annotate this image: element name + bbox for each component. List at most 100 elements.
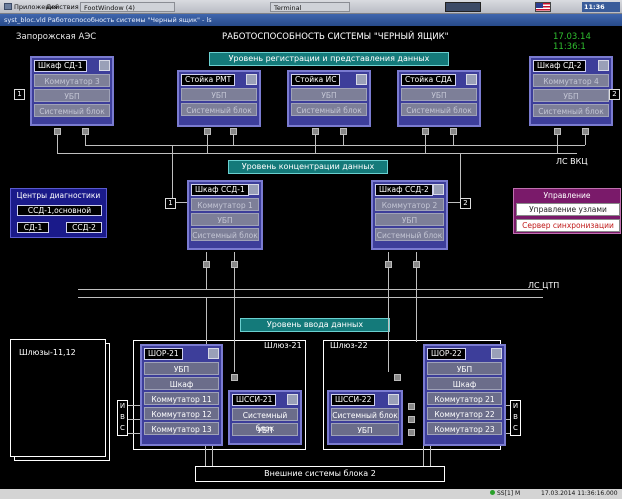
status-indicator-icon — [466, 74, 477, 85]
port — [554, 128, 561, 135]
ups-shssi21[interactable]: УБП — [232, 423, 298, 436]
sync-server-button[interactable]: Сервер синхронизации — [516, 219, 620, 232]
switch-4[interactable]: Коммутатор 4 — [533, 74, 609, 87]
ups-is[interactable]: УБП — [291, 88, 367, 101]
system-unit-is[interactable]: Системный блок — [291, 103, 367, 116]
status-indicator-icon — [208, 348, 219, 359]
ups-shor22[interactable]: УБП — [427, 362, 502, 375]
panel-is[interactable]: Стойка ИС УБП Системный блок — [287, 70, 371, 127]
port — [408, 429, 415, 436]
panel-sda[interactable]: Стойка СДА УБП Системный блок — [397, 70, 481, 127]
connector — [128, 419, 140, 420]
connector — [585, 135, 586, 145]
status-indicator-icon — [99, 60, 110, 71]
connector — [207, 135, 208, 153]
switch-1[interactable]: Коммутатор 1 — [191, 198, 259, 211]
panel-ssd2-title: Шкаф ССД-2 — [375, 184, 433, 196]
connector — [506, 433, 510, 434]
switch-23[interactable]: Коммутатор 23 — [427, 422, 502, 435]
panel-ssd2[interactable]: Шкаф ССД-2 Коммутатор 2 УБП Системный бл… — [371, 180, 448, 250]
ivs-left: ИВС — [117, 400, 128, 436]
system-unit-shssi21[interactable]: Системный блок — [232, 408, 298, 433]
connector — [205, 446, 206, 466]
lan-ctp-line-a — [78, 289, 543, 290]
diagnostics-ssd2[interactable]: ССД-2 — [66, 222, 102, 233]
system-unit-sd1[interactable]: Системный блок — [34, 104, 110, 117]
taskbar-footwindow[interactable]: FootWindow (4) — [80, 2, 175, 12]
switch-21[interactable]: Коммутатор 21 — [427, 392, 502, 405]
connector — [343, 135, 344, 145]
connector — [506, 419, 510, 420]
ups-rmt[interactable]: УБП — [181, 88, 257, 101]
system-unit-shssi22[interactable]: Системный блок — [331, 408, 399, 421]
ups-shor21[interactable]: УБП — [144, 362, 219, 375]
window-title: syst_bloc.vld Работоспособность системы … — [4, 16, 212, 24]
ups-sd2[interactable]: УБП — [533, 89, 609, 102]
connector — [212, 446, 213, 466]
clock[interactable]: 11:36 — [582, 2, 620, 12]
connector — [315, 135, 316, 153]
switch-12[interactable]: Коммутатор 12 — [144, 407, 219, 420]
connector — [206, 297, 207, 347]
diagnostics-sd1[interactable]: СД-1 — [17, 222, 49, 233]
diagnostics-title: Центры диагностики — [16, 191, 101, 200]
apps-icon — [4, 3, 12, 10]
management-title: Управление — [543, 191, 591, 200]
ups-sda[interactable]: УБП — [401, 88, 477, 101]
side-label-left-top: 1 — [14, 89, 25, 100]
switch-2[interactable]: Коммутатор 2 — [375, 198, 444, 211]
manage-nodes-button[interactable]: Управление узлами — [516, 203, 620, 216]
panel-shor22-title: ШОР-22 — [427, 348, 466, 360]
ups-sd1[interactable]: УБП — [34, 89, 110, 102]
panel-sd1[interactable]: Шкаф СД-1 Коммутатор 3 УБП Системный бло… — [30, 56, 114, 126]
window-title-bar[interactable]: syst_bloc.vld Работоспособность системы … — [0, 14, 622, 26]
system-unit-sda[interactable]: Системный блок — [401, 103, 477, 116]
switch-13[interactable]: Коммутатор 13 — [144, 422, 219, 435]
ups-ssd2[interactable]: УБП — [375, 213, 444, 226]
connector — [453, 135, 454, 145]
system-unit-ssd2[interactable]: Системный блок — [375, 228, 444, 241]
system-unit-ssd1[interactable]: Системный блок — [191, 228, 259, 241]
status-indicator-icon — [433, 184, 444, 195]
ivs-right: ИВС — [510, 400, 521, 436]
panel-shssi21[interactable]: ШССИ-21 Системный блок УБП — [228, 390, 302, 445]
switch-22[interactable]: Коммутатор 22 — [427, 407, 502, 420]
panel-shssi22[interactable]: ШССИ-22 Системный блок УБП — [327, 390, 403, 445]
actions-menu[interactable]: Действия — [46, 3, 79, 11]
external-systems-box[interactable]: Внешние системы блока 2 — [195, 466, 445, 482]
status-indicator-icon — [491, 348, 502, 359]
system-unit-rmt[interactable]: Системный блок — [181, 103, 257, 116]
taskbar-terminal[interactable]: Terminal — [270, 2, 350, 12]
cabinet-shor22[interactable]: Шкаф — [427, 377, 502, 390]
panel-shor21[interactable]: ШОР-21 УБП Шкаф Коммутатор 11 Коммутатор… — [140, 344, 223, 446]
tray-icons[interactable] — [445, 2, 481, 12]
switch-11[interactable]: Коммутатор 11 — [144, 392, 219, 405]
panel-shor22[interactable]: ШОР-22 УБП Шкаф Коммутатор 21 Коммутатор… — [423, 344, 506, 446]
connector — [85, 135, 86, 145]
port — [394, 374, 401, 381]
side-label-left-mid: 1 — [165, 198, 176, 209]
system-unit-sd2[interactable]: Системный блок — [533, 104, 609, 117]
panel-sd1-title: Шкаф СД-1 — [34, 60, 87, 72]
port — [422, 128, 429, 135]
keyboard-layout-flag-icon[interactable] — [535, 2, 551, 12]
diagnostics-main[interactable]: ССД-1,основной — [17, 205, 102, 216]
connector — [388, 290, 389, 372]
panel-ssd1-title: Шкаф ССД-1 — [191, 184, 249, 196]
station-name: Запорожская АЭС — [16, 32, 97, 42]
panel-sd2[interactable]: Шкаф СД-2 Коммутатор 4 УБП Системный бло… — [529, 56, 613, 126]
switch-3[interactable]: Коммутатор 3 — [34, 74, 110, 87]
panel-rmt[interactable]: Стойка РМТ УБП Системный блок — [177, 70, 261, 127]
panel-ssd1[interactable]: Шкаф ССД-1 Коммутатор 1 УБП Системный бл… — [187, 180, 263, 250]
gateways-11-12-label: Шлюзы-11,12 — [19, 348, 76, 357]
panel-shssi21-title: ШССИ-21 — [232, 394, 277, 406]
ups-ssd1[interactable]: УБП — [191, 213, 259, 226]
page-title: РАБОТОСПОСОБНОСТЬ СИСТЕМЫ "ЧЕРНЫЙ ЯЩИК" — [222, 32, 449, 42]
connector — [233, 135, 234, 145]
ups-shssi22[interactable]: УБП — [331, 423, 399, 436]
connector — [206, 268, 207, 290]
lan-vkc-line-b — [57, 153, 577, 154]
cabinet-shor21[interactable]: Шкаф — [144, 377, 219, 390]
side-label-right-mid: 2 — [460, 198, 471, 209]
desktop-top-panel: Приложения Действия FootWindow (4) Termi… — [0, 0, 622, 14]
